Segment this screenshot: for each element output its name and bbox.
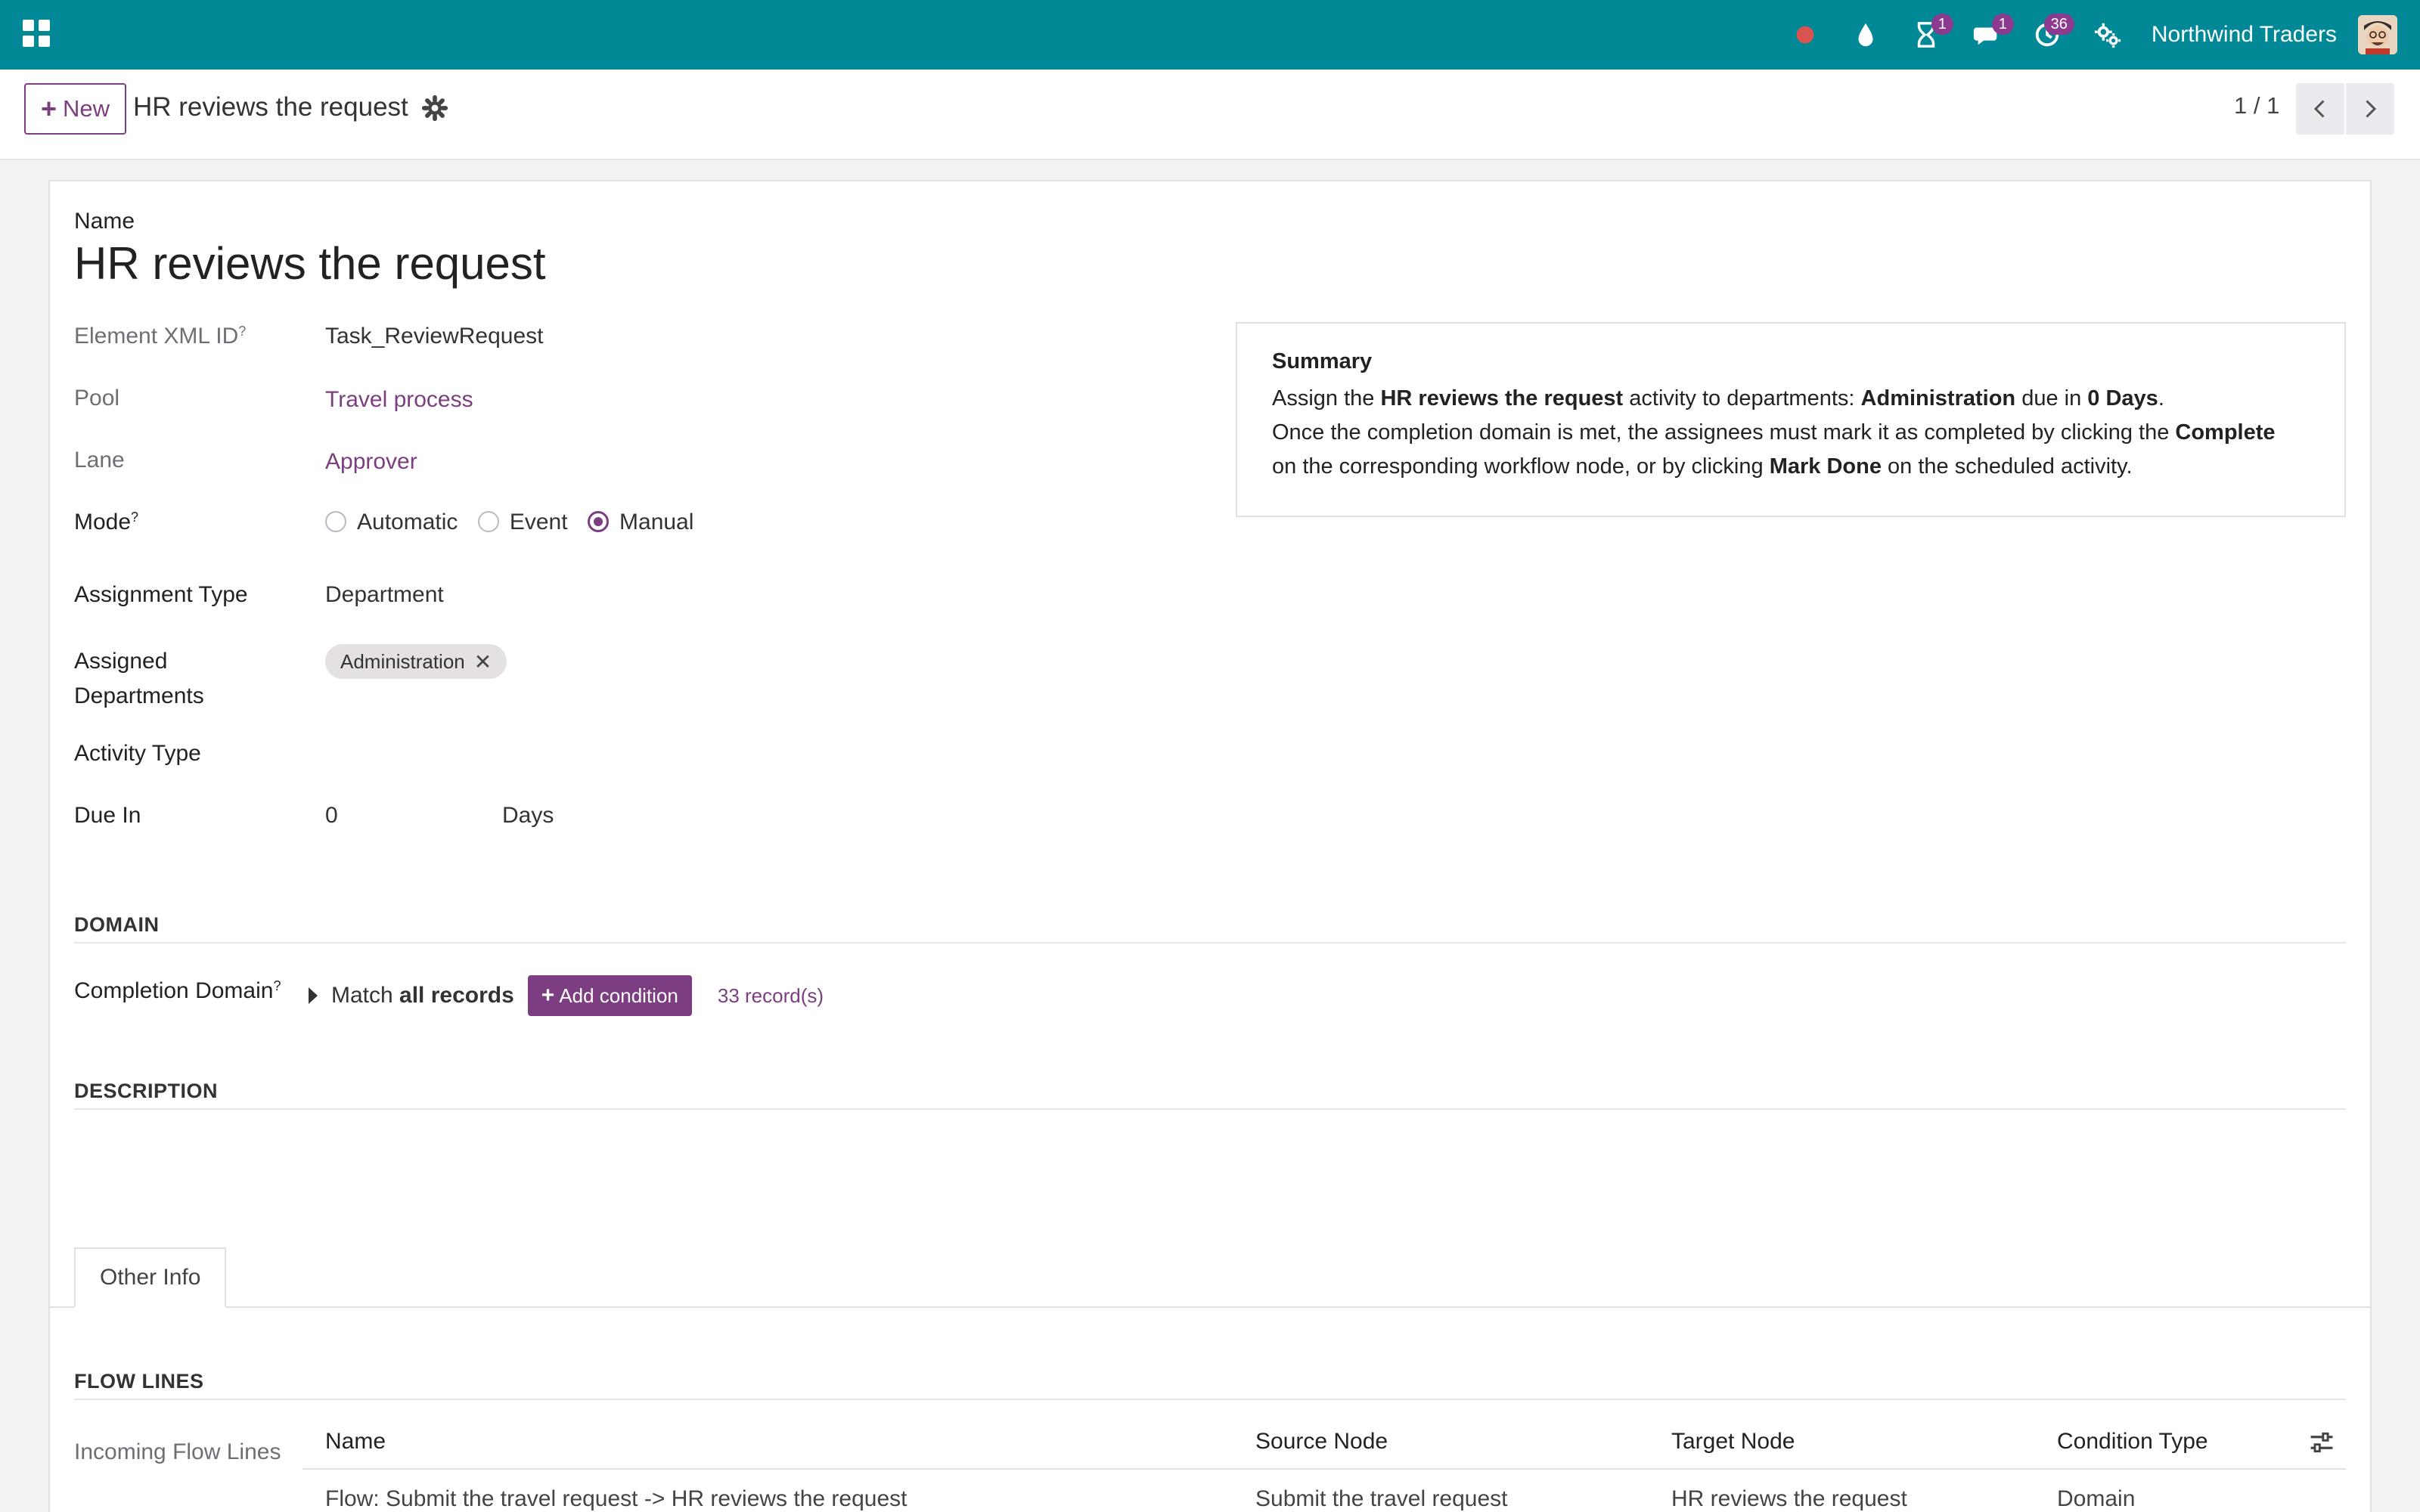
form-sheet: Name HR reviews the request Element XML …	[48, 180, 2372, 1512]
assigned-departments-label: Assigned Departments	[74, 649, 204, 708]
pool-link[interactable]: Travel process	[325, 387, 473, 413]
tab-other-info[interactable]: Other Info	[74, 1247, 227, 1308]
xml-id-label: Element XML ID?	[74, 324, 247, 349]
help-icon[interactable]: ?	[131, 510, 138, 525]
new-button-label: New	[63, 95, 110, 122]
clock-badge: 36	[2043, 14, 2074, 35]
lane-label: Lane	[74, 448, 125, 472]
apps-icon[interactable]	[23, 20, 50, 47]
mode-radio-group: Automatic Event Manual	[325, 510, 710, 535]
domain-editor: Match all records + Add condition 33 reco…	[309, 975, 824, 1016]
help-icon[interactable]: ?	[273, 978, 281, 993]
mode-option-automatic[interactable]: Automatic	[325, 510, 458, 535]
domain-section-title: DOMAIN	[74, 913, 160, 936]
plus-icon: +	[41, 93, 57, 124]
column-header-condition-type[interactable]: Condition Type	[2057, 1429, 2208, 1455]
tab-bar-divider	[50, 1306, 2370, 1308]
control-panel: + New HR reviews the request 1 / 1	[0, 70, 2420, 160]
pager-previous-button[interactable]	[2296, 83, 2344, 135]
caret-right-icon[interactable]	[309, 987, 318, 1004]
add-condition-button[interactable]: + Add condition	[527, 975, 692, 1016]
user-avatar[interactable]	[2358, 15, 2397, 54]
radio-button[interactable]	[477, 511, 499, 533]
pager-value: 1 / 1	[2234, 92, 2280, 119]
pager-next-button[interactable]	[2346, 83, 2394, 135]
assignment-type-value[interactable]: Department	[325, 582, 444, 608]
chevron-left-icon	[2313, 100, 2325, 118]
pool-label: Pool	[74, 386, 120, 411]
flow-lines-table: Name Source Node Target Node Condition T…	[302, 1421, 2346, 1512]
completion-domain-label: Completion Domain?	[74, 978, 281, 1003]
gear-icon[interactable]	[420, 94, 449, 122]
new-button[interactable]: + New	[24, 83, 127, 135]
chat-icon[interactable]: 1	[1970, 14, 2014, 51]
messages-badge: 1	[1991, 14, 2014, 35]
clock-icon[interactable]: 36	[2031, 14, 2074, 51]
row-target-node: HR reviews the request	[1671, 1486, 1907, 1511]
row-name: Flow: Submit the travel request -> HR re…	[325, 1486, 908, 1511]
radio-button-checked[interactable]	[588, 511, 610, 533]
incoming-flow-lines-label: Incoming Flow Lines	[74, 1439, 281, 1464]
breadcrumb: HR reviews the request	[133, 92, 408, 122]
flow-lines-section-title: FLOW LINES	[74, 1370, 204, 1393]
summary-text: Assign the HR reviews the request activi…	[1272, 386, 2276, 479]
record-count-link[interactable]: 33 record(s)	[718, 984, 824, 1008]
radio-button[interactable]	[325, 511, 346, 533]
navbar-systray: 1 1 36 Northwind Traders	[1761, 0, 2397, 70]
top-navbar: 1 1 36 Northwind Traders	[0, 0, 2420, 70]
summary-box: Summary Assign the HR reviews the reques…	[1236, 322, 2346, 517]
due-in-input[interactable]: 0	[325, 803, 338, 829]
company-name[interactable]: Northwind Traders	[2152, 22, 2337, 48]
mode-option-event[interactable]: Event	[477, 510, 568, 535]
activity-type-label: Activity Type	[74, 741, 201, 766]
record-dot-icon[interactable]	[1789, 18, 1822, 51]
divider	[74, 942, 2346, 943]
optional-columns-icon[interactable]	[2308, 1429, 2335, 1456]
name-label: Name	[74, 209, 135, 234]
plus-icon: +	[541, 983, 555, 1008]
department-tag[interactable]: Administration ✕	[325, 644, 507, 679]
mode-option-manual[interactable]: Manual	[588, 510, 693, 535]
divider	[74, 1399, 2346, 1400]
summary-title: Summary	[1272, 349, 1373, 373]
lane-link[interactable]: Approver	[325, 449, 417, 475]
mode-label: Mode?	[74, 510, 139, 534]
record-title[interactable]: HR reviews the request	[74, 237, 546, 290]
remove-tag-icon[interactable]: ✕	[474, 649, 492, 674]
divider	[74, 1108, 2346, 1110]
description-editor[interactable]	[74, 1122, 2346, 1228]
due-in-unit[interactable]: Days	[502, 803, 554, 829]
column-header-target-node[interactable]: Target Node	[1671, 1429, 1795, 1455]
chevron-right-icon	[2366, 100, 2377, 118]
column-header-source-node[interactable]: Source Node	[1255, 1429, 1388, 1455]
description-section-title: DESCRIPTION	[74, 1080, 219, 1102]
row-condition-type: Domain	[2057, 1486, 2136, 1511]
drop-icon[interactable]	[1849, 18, 1882, 51]
xml-id-value: Task_ReviewRequest	[325, 324, 544, 349]
due-in-label: Due In	[74, 803, 141, 828]
row-source-node: Submit the travel request	[1255, 1486, 1508, 1511]
table-row[interactable]: Flow: Submit the travel request -> HR re…	[302, 1470, 2346, 1512]
assignment-type-label: Assignment Type	[74, 582, 248, 607]
activity-badge: 1	[1931, 14, 1953, 35]
settings-icon[interactable]	[2091, 18, 2124, 51]
hourglass-icon[interactable]: 1	[1910, 14, 1953, 51]
help-icon[interactable]: ?	[238, 324, 246, 339]
column-header-name[interactable]: Name	[325, 1429, 386, 1455]
domain-match-text: Match all records	[331, 983, 514, 1008]
